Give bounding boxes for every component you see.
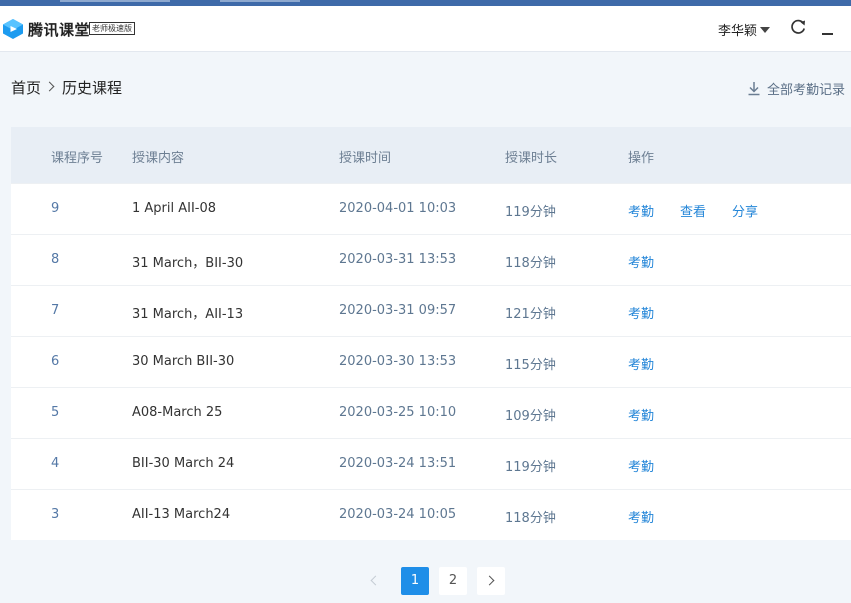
table-row: 3 AII-13 March24 2020-03-24 10:05 118分钟 … [11, 489, 851, 540]
attendance-link[interactable]: 考勤 [628, 252, 654, 271]
course-content: 31 March，AII-13 [132, 307, 244, 322]
course-duration: 119分钟 [505, 460, 556, 475]
export-attendance-link[interactable]: 全部考勤记录 [747, 79, 845, 98]
course-number: 6 [51, 354, 60, 369]
course-content: 31 March，BII-30 [132, 256, 244, 271]
export-label: 全部考勤记录 [767, 83, 846, 98]
pagination-page-1[interactable]: 1 [401, 567, 429, 595]
minimize-icon[interactable] [822, 33, 833, 35]
breadcrumb-home[interactable]: 首页 [11, 79, 41, 97]
course-time: 2020-03-30 13:53 [339, 354, 457, 369]
view-link[interactable]: 查看 [680, 201, 706, 220]
pagination-prev-button[interactable] [360, 567, 388, 595]
pagination-next-button[interactable] [477, 567, 505, 595]
table-row: 7 31 March，AII-13 2020-03-31 09:57 121分钟… [11, 285, 851, 336]
brand-name: 腾讯课堂 [28, 21, 91, 39]
course-content: BII-30 March 24 [132, 456, 235, 471]
caret-down-icon[interactable] [760, 27, 770, 33]
course-history-table: 课程序号 授课内容 授课时间 授课时长 操作 9 1 April AII-08 … [11, 127, 851, 540]
app-header: 腾讯课堂 老师极速版 李华颖 [0, 6, 851, 52]
attendance-link[interactable]: 考勤 [628, 201, 654, 220]
chevron-right-icon [484, 575, 495, 586]
course-duration: 118分钟 [505, 511, 556, 526]
course-number: 9 [51, 201, 60, 216]
course-number: 4 [51, 456, 60, 471]
refresh-icon[interactable] [789, 18, 807, 36]
course-content: 1 April AII-08 [132, 201, 217, 216]
course-time: 2020-03-25 10:10 [339, 405, 457, 420]
course-time: 2020-03-24 10:05 [339, 507, 457, 522]
course-number: 5 [51, 405, 60, 420]
course-duration: 109分钟 [505, 409, 556, 424]
table-row: 5 A08-March 25 2020-03-25 10:10 109分钟 考勤 [11, 387, 851, 438]
course-content: AII-13 March24 [132, 507, 231, 522]
course-duration: 119分钟 [505, 205, 556, 220]
table-row: 8 31 March，BII-30 2020-03-31 13:53 118分钟… [11, 234, 851, 285]
header-content: 授课内容 [132, 151, 185, 166]
tencent-classroom-logo-icon [3, 19, 23, 39]
header-actions: 操作 [628, 151, 655, 166]
header-duration: 授课时长 [505, 151, 558, 166]
course-duration: 115分钟 [505, 358, 556, 373]
chevron-left-icon [370, 575, 381, 586]
table-row: 6 30 March BII-30 2020-03-30 13:53 115分钟… [11, 336, 851, 387]
attendance-link[interactable]: 考勤 [628, 405, 654, 424]
attendance-link[interactable]: 考勤 [628, 507, 654, 526]
window-tab[interactable] [220, 0, 300, 2]
course-content: A08-March 25 [132, 405, 223, 420]
chevron-right-icon [44, 81, 55, 92]
user-menu[interactable]: 李华颖 [718, 20, 757, 39]
attendance-link[interactable]: 考勤 [628, 456, 654, 475]
table-row: 9 1 April AII-08 2020-04-01 10:03 119分钟 … [11, 183, 851, 234]
table-row: 4 BII-30 March 24 2020-03-24 13:51 119分钟… [11, 438, 851, 489]
window-tab[interactable] [60, 0, 170, 2]
breadcrumb: 首页 历史课程 [11, 77, 122, 98]
course-number: 8 [51, 252, 60, 267]
course-time: 2020-03-24 13:51 [339, 456, 457, 471]
attendance-link[interactable]: 考勤 [628, 354, 654, 373]
share-link[interactable]: 分享 [732, 201, 758, 220]
version-badge: 老师极速版 [89, 22, 135, 35]
course-number: 3 [51, 507, 60, 522]
header-time: 授课时间 [339, 151, 392, 166]
course-time: 2020-03-31 13:53 [339, 252, 457, 267]
header-number: 课程序号 [51, 151, 104, 166]
course-time: 2020-03-31 09:57 [339, 303, 457, 318]
course-duration: 121分钟 [505, 307, 556, 322]
course-content: 30 March BII-30 [132, 354, 235, 369]
course-time: 2020-04-01 10:03 [339, 201, 457, 216]
table-header: 课程序号 授课内容 授课时间 授课时长 操作 [11, 127, 851, 183]
download-icon [748, 82, 760, 96]
attendance-link[interactable]: 考勤 [628, 303, 654, 322]
course-number: 7 [51, 303, 60, 318]
course-duration: 118分钟 [505, 256, 556, 271]
breadcrumb-current: 历史课程 [62, 79, 123, 97]
pagination-page-2[interactable]: 2 [439, 567, 467, 595]
